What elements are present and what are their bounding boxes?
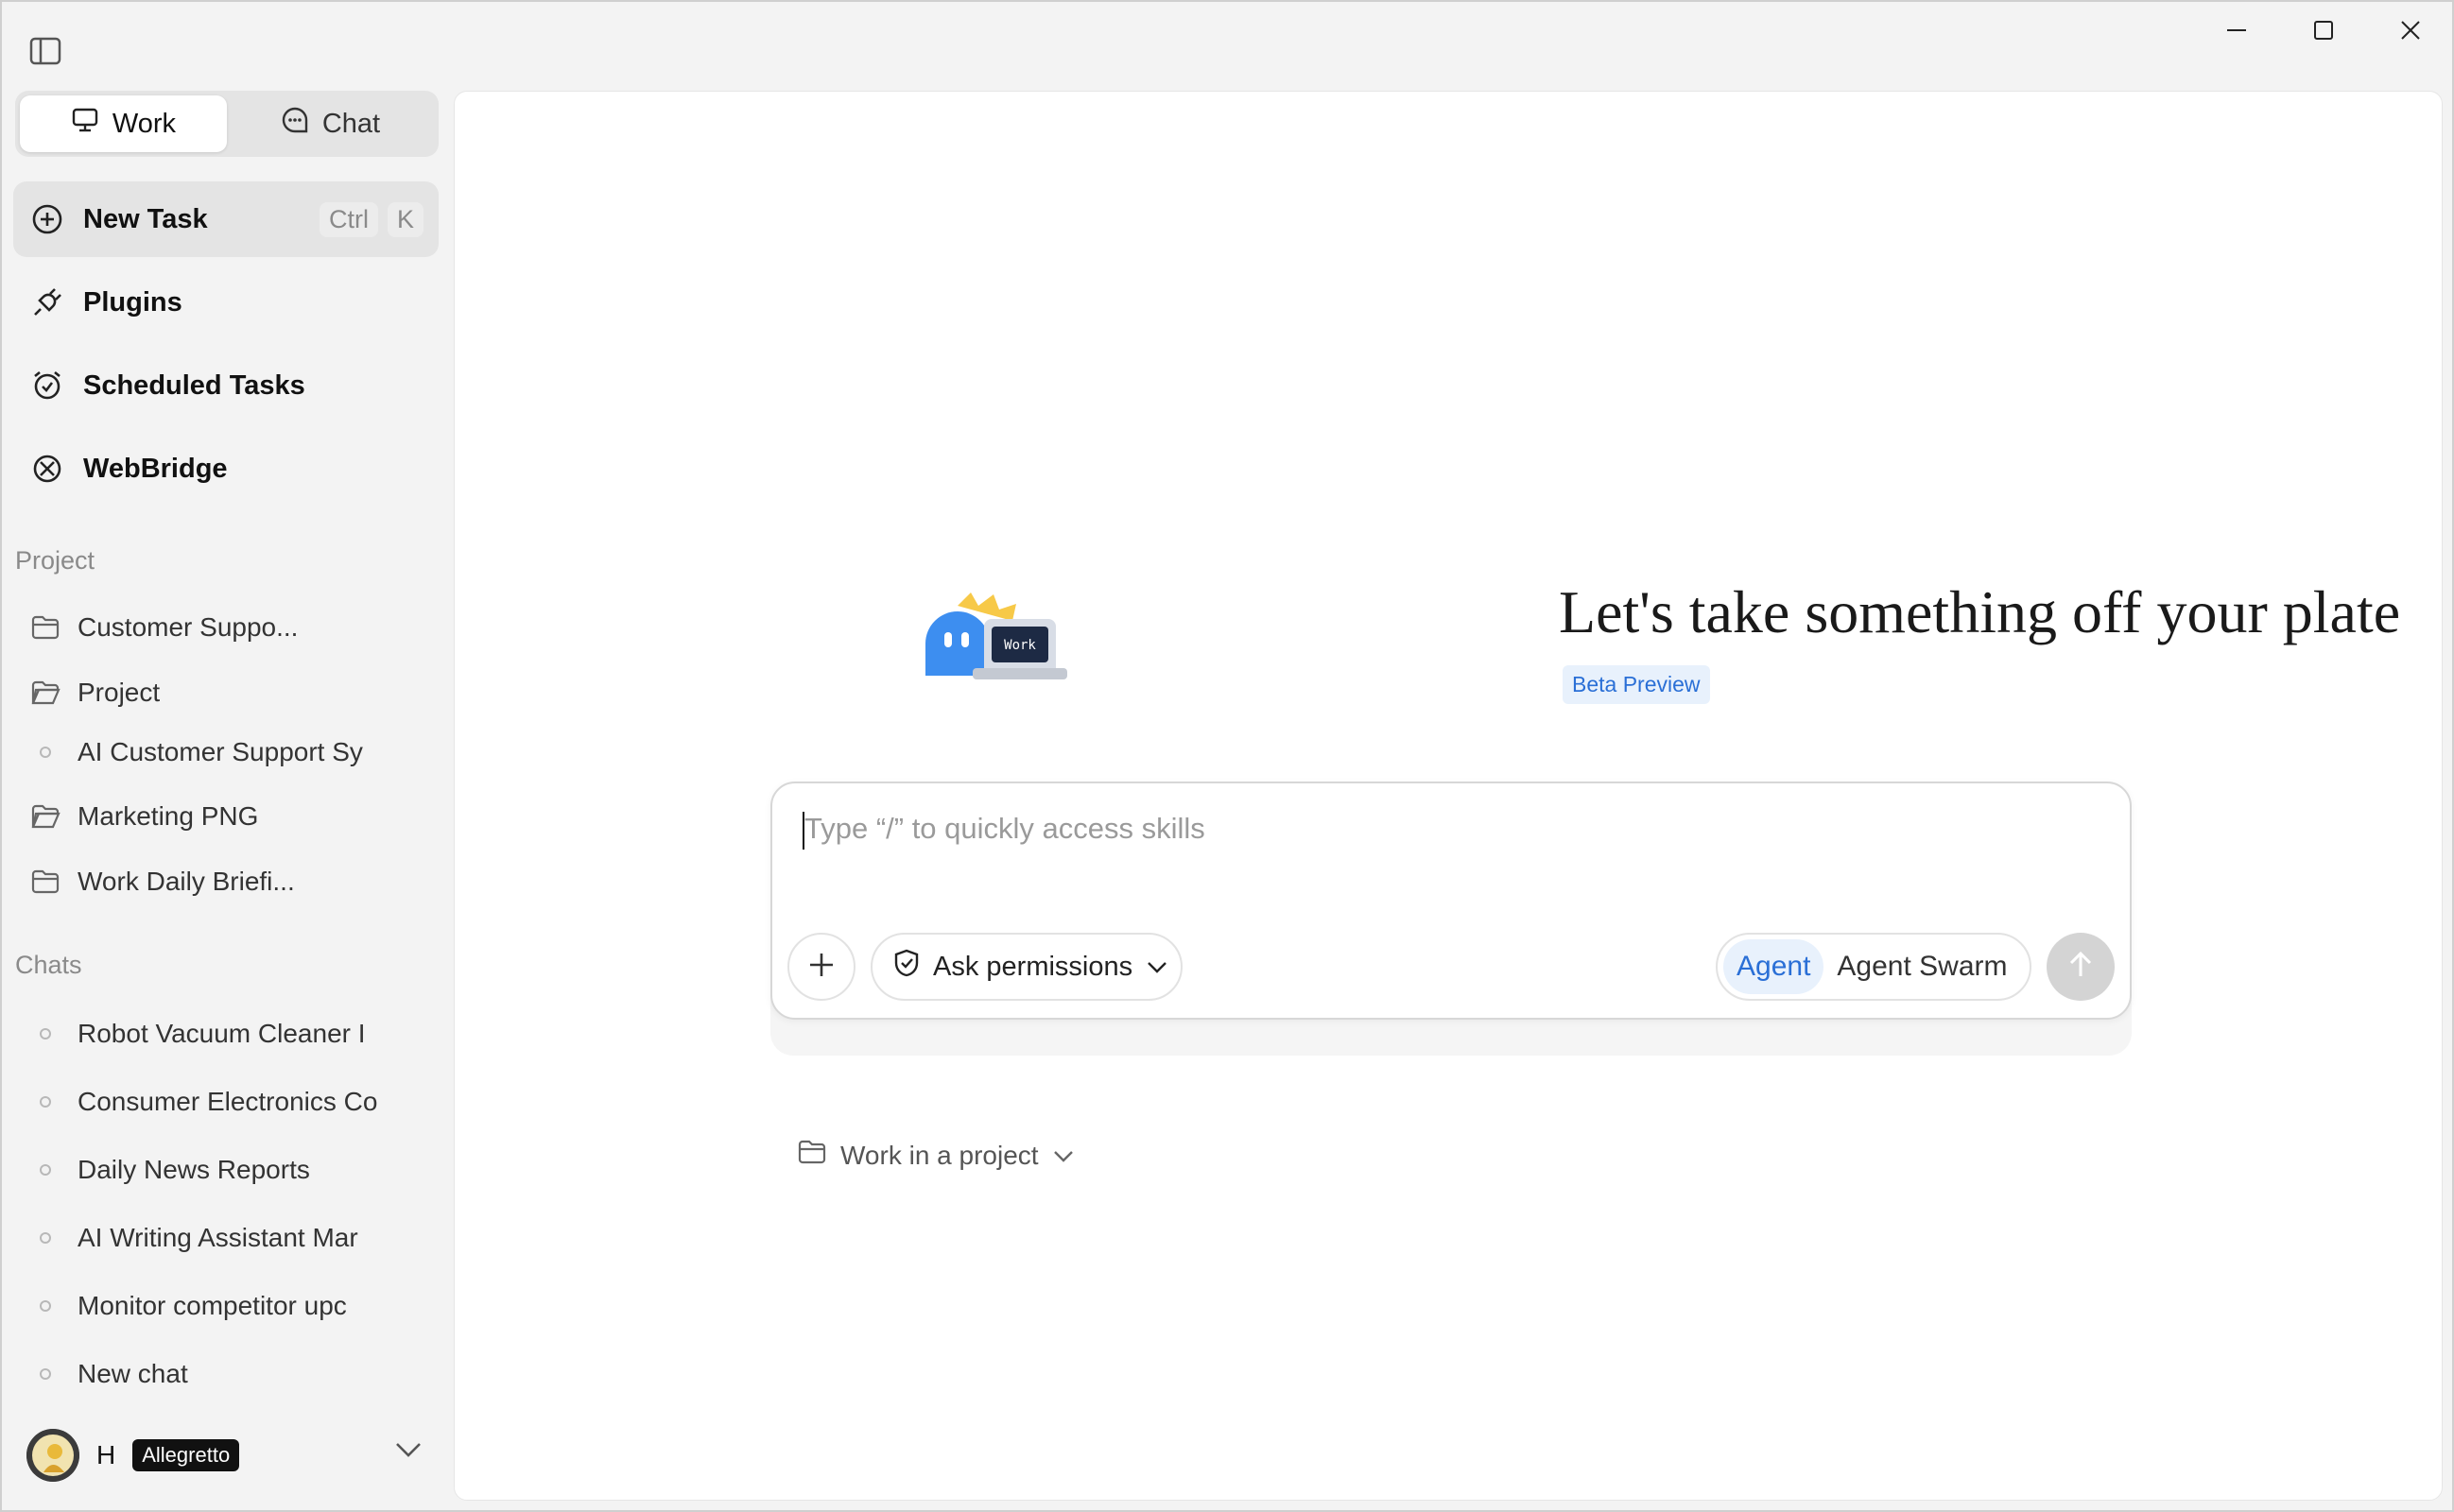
project-section-label: Project (15, 546, 95, 575)
bullet-dot (40, 1096, 51, 1108)
project-item-label: Marketing PNG (78, 801, 259, 831)
beta-badge: Beta Preview (1563, 665, 1710, 704)
prompt-composer: Type “/” to quickly access skills Ask pe… (770, 782, 2132, 1020)
maximize-icon[interactable] (2280, 0, 2367, 60)
plus-circle-icon (30, 202, 64, 236)
close-icon[interactable] (2367, 0, 2454, 60)
monitor-icon (71, 107, 99, 141)
plugins-label: Plugins (83, 286, 182, 318)
hero: Work Let's take something off your plate… (916, 577, 2400, 710)
chat-item[interactable]: Daily News Reports (28, 1140, 435, 1200)
avatar (26, 1429, 79, 1482)
window-controls (2193, 0, 2454, 60)
chat-item-label: AI Writing Assistant Mar (78, 1223, 358, 1252)
chat-item-label: Daily News Reports (78, 1155, 310, 1184)
sidebar-nav: New Task Ctrl K Plugins Scheduled Tasks … (13, 181, 439, 514)
permissions-dropdown[interactable]: Ask permissions (871, 933, 1183, 1001)
sidebar-item-plugins[interactable]: Plugins (13, 265, 439, 340)
chat-item-label: New chat (78, 1359, 188, 1388)
chat-item[interactable]: Monitor competitor upc (28, 1276, 435, 1336)
main-panel: Work Let's take something off your plate… (454, 91, 2443, 1501)
project-item[interactable]: Marketing PNG (28, 786, 435, 847)
agent-mode-toggle: Agent Agent Swarm (1716, 933, 2031, 1001)
project-task-item[interactable]: AI Customer Support Sy (28, 722, 435, 782)
folder-icon (797, 1139, 827, 1172)
webbridge-label: WebBridge (83, 453, 228, 484)
tab-chat[interactable]: Chat (227, 95, 434, 152)
chat-item-label: Robot Vacuum Cleaner I (78, 1019, 366, 1048)
bullet-dot (40, 1028, 51, 1040)
chat-item-label: Monitor competitor upc (78, 1291, 347, 1320)
new-task-button[interactable]: New Task Ctrl K (13, 181, 439, 257)
minimize-icon[interactable] (2193, 0, 2280, 60)
agent-mode-agent[interactable]: Agent (1723, 939, 1824, 994)
project-picker[interactable]: Work in a project (797, 1139, 1075, 1172)
chats-section-label: Chats (15, 951, 82, 979)
project-item-label: Work Daily Briefi... (78, 867, 295, 896)
mascot-screen-label: Work (1004, 638, 1036, 653)
project-picker-label: Work in a project (840, 1140, 1039, 1170)
shortcut-key-ctrl: Ctrl (319, 201, 378, 237)
plan-badge: Allegretto (132, 1439, 240, 1471)
tab-work[interactable]: Work (20, 95, 227, 152)
bullet-dot (40, 1232, 51, 1244)
project-task-label: AI Customer Support Sy (78, 737, 363, 766)
folder-open-icon (28, 803, 62, 830)
arrow-up-icon (2067, 950, 2094, 985)
chat-item-label: Consumer Electronics Co (78, 1087, 378, 1116)
chat-item[interactable]: AI Writing Assistant Mar (28, 1208, 435, 1268)
chat-item[interactable]: Robot Vacuum Cleaner I (28, 1004, 435, 1064)
mode-switch: Work Chat (15, 91, 439, 157)
folder-open-icon (28, 679, 62, 706)
folder-icon (28, 868, 62, 895)
attach-button[interactable] (787, 933, 855, 1001)
sidebar-item-webbridge[interactable]: WebBridge (13, 431, 439, 507)
chat-bubble-icon (281, 106, 309, 142)
webbridge-icon (30, 452, 64, 486)
agent-mode-swarm[interactable]: Agent Swarm (1823, 939, 2020, 994)
sidebar: Work Chat New Task Ctrl K Plugins Schedu… (0, 76, 454, 1512)
bullet-dot (40, 1300, 51, 1312)
page-title: Let's take something off your plate (1559, 578, 2401, 645)
project-item[interactable]: Customer Suppo... (28, 597, 435, 658)
permissions-label: Ask permissions (933, 951, 1133, 982)
chat-item[interactable]: Consumer Electronics Co (28, 1072, 435, 1132)
mascot-illustration: Work (916, 587, 1067, 691)
new-task-label: New Task (83, 203, 208, 234)
tab-work-label: Work (112, 108, 177, 139)
chevron-down-icon[interactable] (393, 1440, 423, 1464)
project-item-label: Project (78, 678, 161, 707)
shield-check-icon (893, 949, 920, 985)
bullet-dot (40, 1164, 51, 1176)
project-item[interactable]: Work Daily Briefi... (28, 851, 435, 912)
chat-item[interactable]: New chat (28, 1344, 435, 1404)
plus-icon (807, 951, 836, 984)
project-item[interactable]: Project (28, 662, 435, 723)
sidebar-item-scheduled-tasks[interactable]: Scheduled Tasks (13, 348, 439, 423)
chevron-down-icon (1146, 952, 1168, 983)
project-item-label: Customer Suppo... (78, 612, 299, 642)
scheduled-tasks-label: Scheduled Tasks (83, 369, 305, 401)
prompt-input[interactable]: Type “/” to quickly access skills (804, 812, 1205, 846)
folder-icon (28, 614, 62, 641)
chevron-down-icon (1052, 1141, 1075, 1171)
bullet-dot (40, 747, 51, 758)
title-bar (0, 0, 2454, 76)
plug-icon (30, 285, 64, 319)
user-menu[interactable]: H Allegretto (26, 1425, 433, 1486)
bullet-dot (40, 1368, 51, 1380)
user-initial: H (96, 1440, 116, 1469)
tab-chat-label: Chat (321, 108, 381, 139)
send-button[interactable] (2047, 933, 2115, 1001)
shortcut-hint: Ctrl K (319, 201, 423, 237)
shortcut-key-k: K (387, 201, 423, 237)
alarm-clock-icon (30, 369, 64, 403)
sidebar-toggle-icon[interactable] (26, 36, 64, 66)
